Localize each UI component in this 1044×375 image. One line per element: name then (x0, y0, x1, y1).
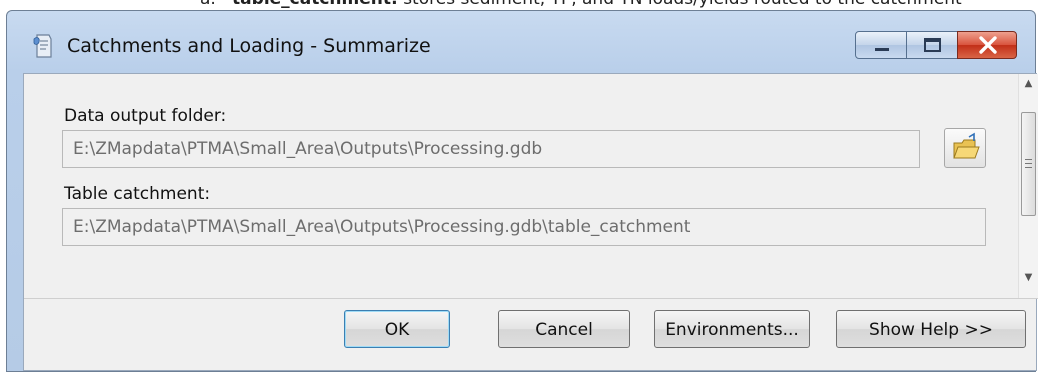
ok-button[interactable]: OK (344, 310, 450, 348)
browse-folder-button[interactable] (944, 128, 986, 168)
minimize-icon (875, 48, 889, 51)
show-help-button[interactable]: Show Help >> (836, 310, 1026, 348)
button-area-divider (24, 298, 1038, 299)
cancel-button[interactable]: Cancel (498, 310, 630, 348)
scroll-down-arrow-icon[interactable]: ▼ (1019, 272, 1038, 283)
parameter-panel: Data output folder: E:\ZMapdata\PTMA\Sma… (24, 74, 1018, 298)
grip-line (1025, 167, 1032, 168)
dialog-client-area: Data output folder: E:\ZMapdata\PTMA\Sma… (23, 73, 1038, 371)
document-sentence: a. table_catchment: stores sediment, TP,… (200, 0, 1044, 8)
doc-rest: stores sediment, TP, and TN loads/yields… (398, 0, 962, 9)
grip-line (1025, 163, 1032, 164)
data-output-folder-field[interactable]: E:\ZMapdata\PTMA\Small_Area\Outputs\Proc… (62, 130, 920, 168)
window-title: Catchments and Loading - Summarize (67, 35, 431, 57)
table-catchment-label: Table catchment: (64, 184, 211, 204)
minimize-button[interactable] (855, 31, 907, 59)
environments-button[interactable]: Environments... (654, 310, 810, 348)
vertical-scrollbar[interactable]: ▲ ▼ (1018, 74, 1038, 298)
close-icon (979, 36, 997, 54)
data-output-folder-label: Data output folder: (64, 106, 227, 126)
open-folder-icon (953, 132, 980, 159)
grip-line (1025, 159, 1032, 160)
tool-dialog-window: Catchments and Loading - Summarize Data … (6, 10, 1038, 372)
scroll-up-arrow-icon[interactable]: ▲ (1019, 78, 1038, 89)
table-catchment-field[interactable]: E:\ZMapdata\PTMA\Small_Area\Outputs\Proc… (62, 208, 986, 246)
maximize-button[interactable] (906, 31, 958, 59)
scrollbar-thumb[interactable] (1021, 112, 1036, 216)
doc-bold-term: table_catchment: (232, 0, 398, 9)
list-marker: a. (200, 0, 216, 9)
maximize-icon (924, 38, 941, 52)
toolbox-script-icon (33, 34, 52, 58)
close-button[interactable] (957, 31, 1017, 59)
title-bar[interactable]: Catchments and Loading - Summarize (7, 11, 1035, 71)
